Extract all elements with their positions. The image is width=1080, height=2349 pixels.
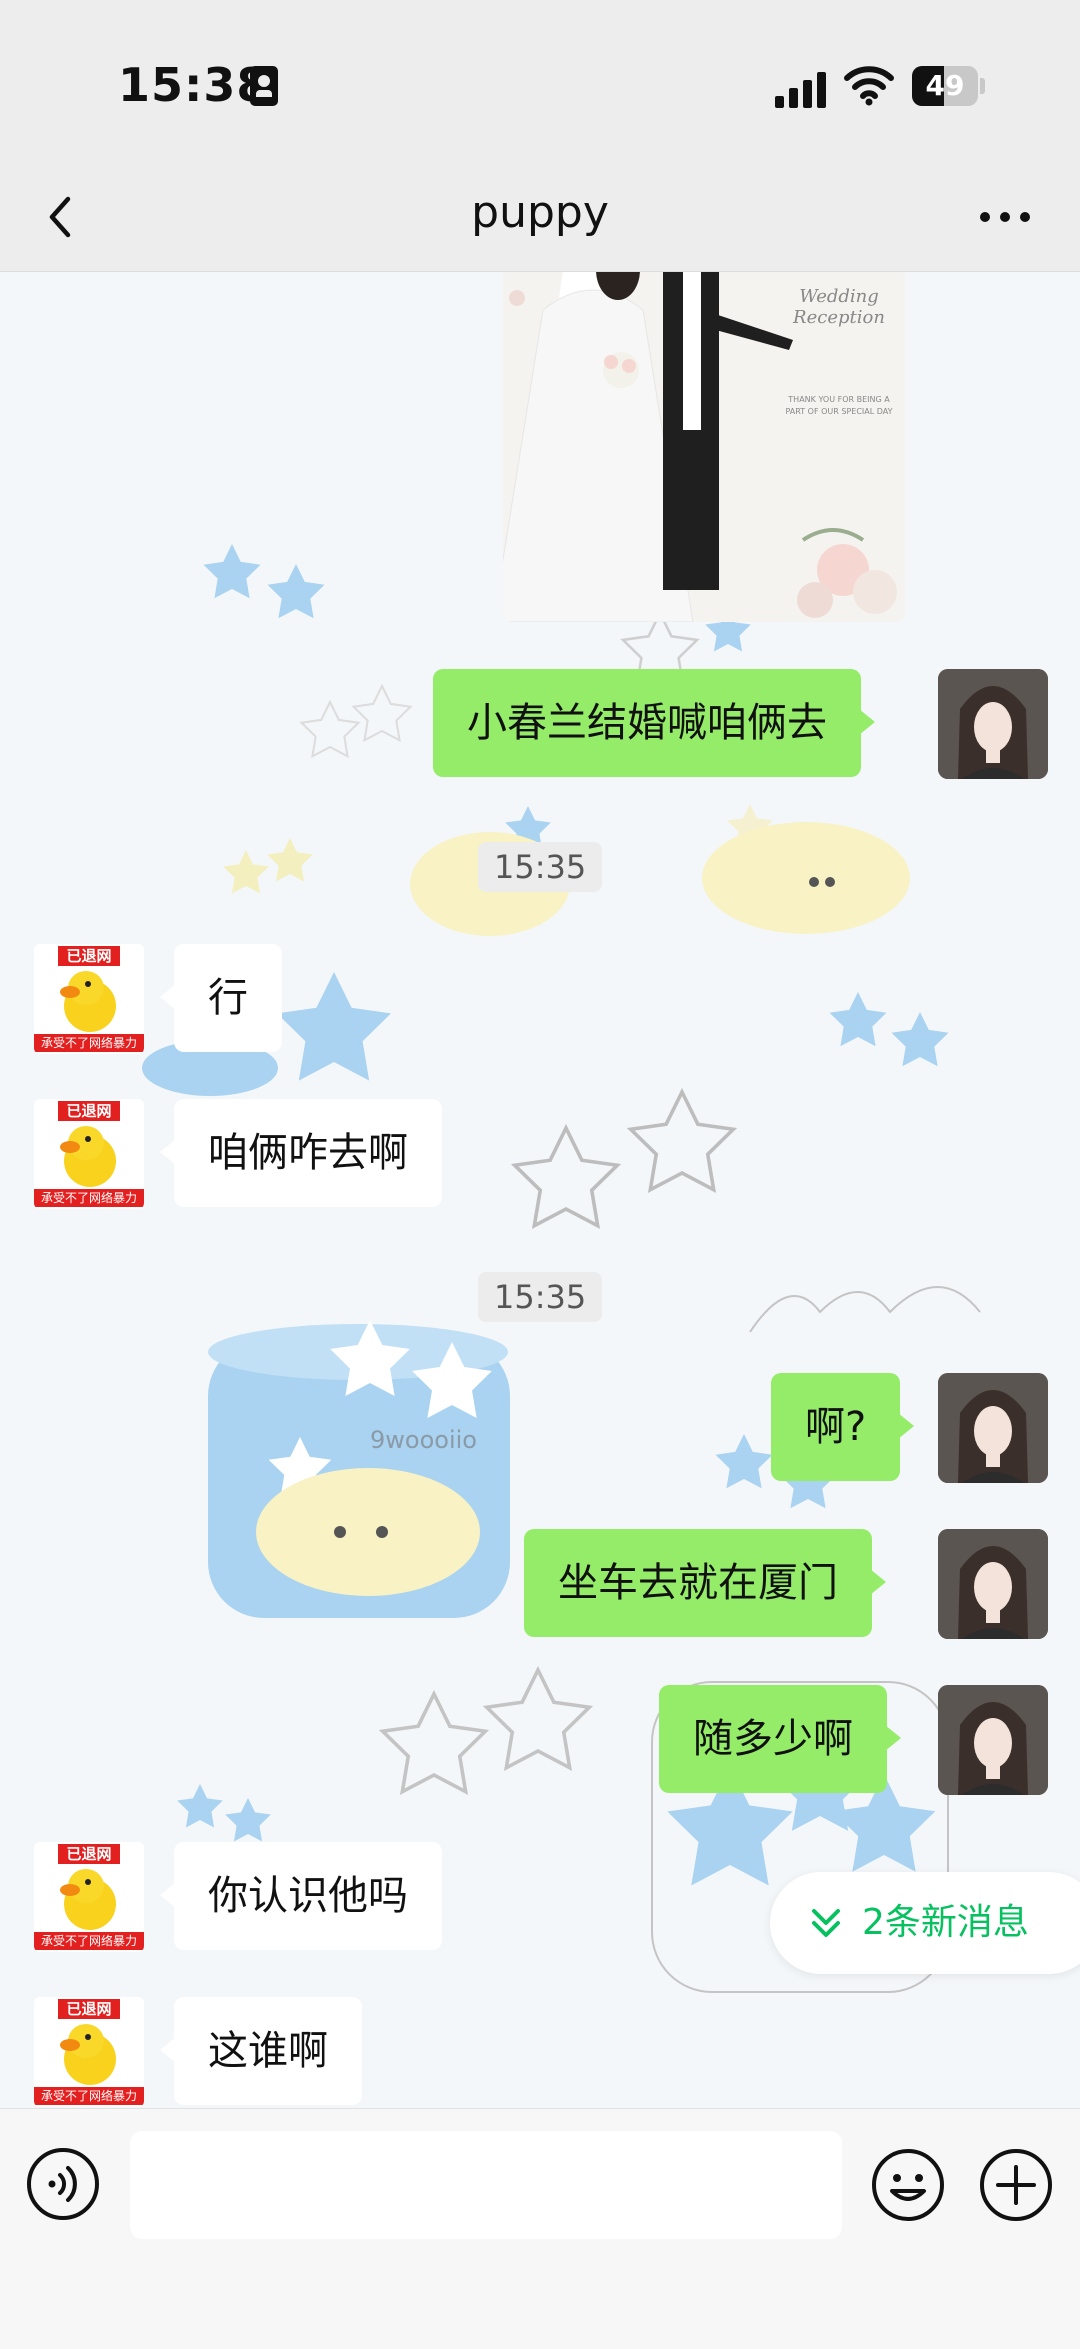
avatar-caption-text: 承受不了网络暴力 bbox=[34, 1034, 144, 1052]
new-messages-label: 2条新消息 bbox=[862, 1902, 1029, 1943]
chat-title: puppy bbox=[471, 187, 609, 238]
message-bubble-outgoing[interactable]: 啊? bbox=[771, 1373, 915, 1481]
status-time: 15:38 bbox=[118, 58, 270, 112]
avatar-caption-text: 承受不了网络暴力 bbox=[34, 2087, 144, 2105]
my-avatar[interactable] bbox=[938, 1373, 1048, 1483]
avatar-badge-text: 已退网 bbox=[58, 1101, 120, 1121]
message-timestamp: 15:35 bbox=[478, 842, 603, 892]
wedding-card-title: Wedding Reception bbox=[793, 286, 885, 328]
contact-avatar[interactable]: 已退网 承受不了网络暴力 bbox=[34, 944, 144, 1054]
duck-icon bbox=[60, 2024, 116, 2085]
avatar-badge-text: 已退网 bbox=[58, 1999, 120, 2019]
message-text-input[interactable] bbox=[130, 2131, 842, 2239]
contact-avatar[interactable]: 已退网 承受不了网络暴力 bbox=[34, 1997, 144, 2107]
message-bubble-incoming[interactable]: 行 bbox=[160, 944, 282, 1052]
contact-avatar[interactable]: 已退网 承受不了网络暴力 bbox=[34, 1099, 144, 1209]
contact-avatar[interactable]: 已退网 承受不了网络暴力 bbox=[34, 1842, 144, 1952]
my-avatar[interactable] bbox=[938, 1529, 1048, 1639]
duck-icon bbox=[60, 971, 116, 1032]
my-avatar[interactable] bbox=[938, 669, 1048, 779]
message-bubble-incoming[interactable]: 咱俩咋去啊 bbox=[160, 1099, 442, 1207]
my-avatar-image bbox=[938, 1529, 1048, 1639]
message-bubble-incoming[interactable]: 你认识他吗 bbox=[160, 1842, 442, 1950]
voice-input-icon[interactable] bbox=[26, 2147, 100, 2221]
chat-message-list[interactable]: 9woooiio Wedding Reception THANK YOU FOR… bbox=[0, 272, 1080, 2108]
message-bubble-outgoing[interactable]: 随多少啊 bbox=[659, 1685, 901, 1793]
my-avatar-image bbox=[938, 669, 1048, 779]
svg-text:9woooiio: 9woooiio bbox=[370, 1426, 477, 1454]
avatar-badge-text: 已退网 bbox=[58, 946, 120, 966]
avatar-badge-text: 已退网 bbox=[58, 1844, 120, 1864]
chat-header: puppy bbox=[0, 165, 1080, 272]
wedding-invitation-image[interactable]: Wedding Reception THANK YOU FOR BEING A … bbox=[503, 272, 905, 622]
contact-card-icon bbox=[250, 66, 278, 106]
duck-icon bbox=[60, 1126, 116, 1187]
my-avatar[interactable] bbox=[938, 1685, 1048, 1795]
duck-icon bbox=[60, 1869, 116, 1930]
battery-percentage: 49 bbox=[925, 69, 965, 102]
wedding-card-caption: THANK YOU FOR BEING A PART OF OUR SPECIA… bbox=[785, 395, 893, 416]
message-input-bar bbox=[0, 2108, 1080, 2349]
double-chevron-down-icon bbox=[812, 1909, 840, 1937]
my-avatar-image bbox=[938, 1373, 1048, 1483]
new-messages-button[interactable]: 2条新消息 bbox=[770, 1872, 1080, 1974]
more-options-icon[interactable] bbox=[978, 205, 1032, 229]
battery-icon: 49 bbox=[912, 66, 978, 106]
wifi-icon bbox=[844, 66, 894, 106]
message-timestamp: 15:35 bbox=[478, 1272, 603, 1322]
avatar-caption-text: 承受不了网络暴力 bbox=[34, 1932, 144, 1950]
emoji-icon[interactable] bbox=[870, 2147, 946, 2223]
status-bar: 15:38 49 bbox=[0, 0, 1080, 165]
message-bubble-incoming[interactable]: 这谁啊 bbox=[160, 1997, 362, 2105]
more-functions-plus-icon[interactable] bbox=[978, 2147, 1054, 2223]
cellular-signal-icon bbox=[775, 70, 829, 108]
message-bubble-outgoing[interactable]: 小春兰结婚喊咱俩去 bbox=[433, 669, 875, 777]
my-avatar-image bbox=[938, 1685, 1048, 1795]
message-bubble-outgoing[interactable]: 坐车去就在厦门 bbox=[524, 1529, 886, 1637]
avatar-caption-text: 承受不了网络暴力 bbox=[34, 1189, 144, 1207]
